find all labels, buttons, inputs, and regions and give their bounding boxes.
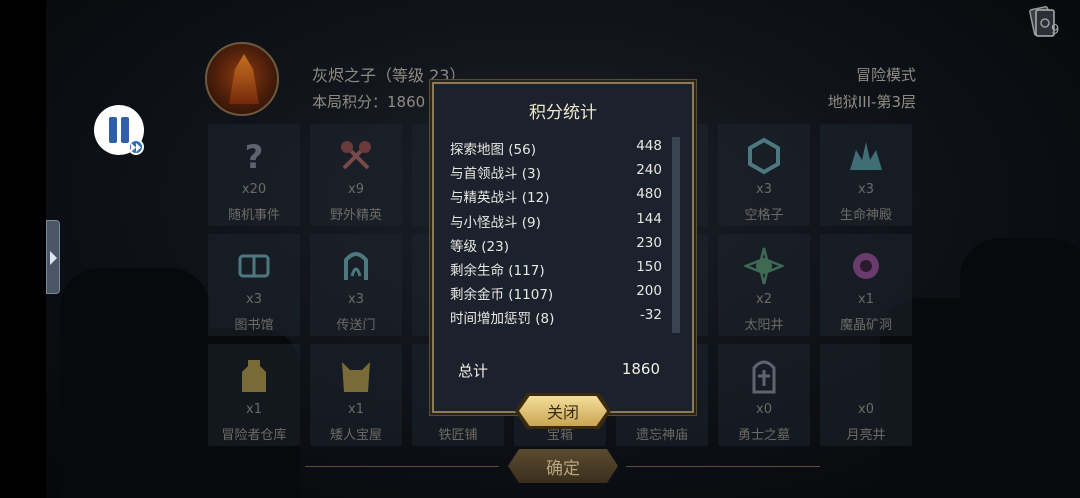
- tile-crystal-mine: x1 魔晶矿洞: [820, 234, 912, 336]
- tile-adventurer-warehouse: x1 冒险者仓库: [208, 344, 300, 446]
- tile-portal: x3 传送门: [310, 234, 402, 336]
- temple-icon: [850, 142, 882, 170]
- tile-random-event: ? x20 随机事件: [208, 124, 300, 226]
- total-row: 总计 1860: [458, 360, 660, 381]
- crossed-axes-icon: [341, 141, 371, 170]
- hero-portrait: [205, 42, 279, 116]
- book-icon: [238, 254, 270, 278]
- score-row: 剩余生命 (117) 150: [450, 258, 662, 279]
- close-button[interactable]: 关闭: [519, 396, 607, 426]
- score-list[interactable]: 探索地图 (56) 448 与首领战斗 (3) 240 与精英战斗 (12) 480 …: [450, 136, 662, 330]
- tile-warrior-tomb: x0 勇士之墓: [718, 344, 810, 446]
- moon-well-icon: [858, 362, 872, 390]
- divider-line: [305, 466, 499, 467]
- tile-life-temple: x3 生命神殿: [820, 124, 912, 226]
- tile-dwarf-vault: x1 矮人宝屋: [310, 344, 402, 446]
- score-row: 与精英战斗 (12) 480: [450, 186, 662, 207]
- tile-sun-well: x2 太阳井: [718, 234, 810, 336]
- sun-well-icon: [744, 247, 784, 285]
- score-row: 等级 (23) 230: [450, 234, 662, 255]
- confirm-button[interactable]: 确定: [508, 449, 618, 483]
- tomb-icon: [752, 360, 776, 394]
- tile-empty-cell: x3 空格子: [718, 124, 810, 226]
- score-row: 时间增加惩罚 (8) -32: [450, 307, 662, 328]
- modal-title: 积分统计: [529, 103, 597, 123]
- hero-score: 本局积分：1860: [312, 93, 426, 111]
- total-label: 总计: [458, 362, 489, 380]
- score-row: 与小怪战斗 (9) 144: [450, 210, 662, 231]
- crystal-mine-icon: [853, 253, 879, 279]
- hexagon-icon: [748, 137, 780, 175]
- svg-text:?: ?: [245, 138, 264, 176]
- dwarf-vault-icon: [342, 362, 370, 392]
- question-mark-icon: ?: [245, 138, 264, 176]
- scrollbar[interactable]: [672, 137, 680, 333]
- score-stats-modal: 积分统计 探索地图 (56) 448 与首领战斗 (3) 240 与精英战斗 (12…: [432, 82, 694, 413]
- score-row: 与首领战斗 (3) 240: [450, 162, 662, 183]
- total-value: 1860: [621, 360, 660, 378]
- tile-field-elite: x9 野外精英: [310, 124, 402, 226]
- floor-label: 地狱III-第3层: [827, 93, 916, 111]
- game-screen: 9 灰烬之子（等级 23） 本局积分：1860 冒险模式 地狱III-第3层 ?…: [0, 0, 1080, 498]
- score-row: 剩余金币 (1107) 200: [450, 283, 662, 304]
- mode-label: 冒险模式: [855, 66, 916, 84]
- score-row: 探索地图 (56) 448: [450, 138, 662, 158]
- tile-library: x3 图书馆: [208, 234, 300, 336]
- divider-line: [626, 466, 820, 467]
- tile-moon-well: x0 月亮井: [820, 344, 912, 446]
- portal-icon: [344, 252, 368, 280]
- warehouse-icon: [242, 360, 266, 392]
